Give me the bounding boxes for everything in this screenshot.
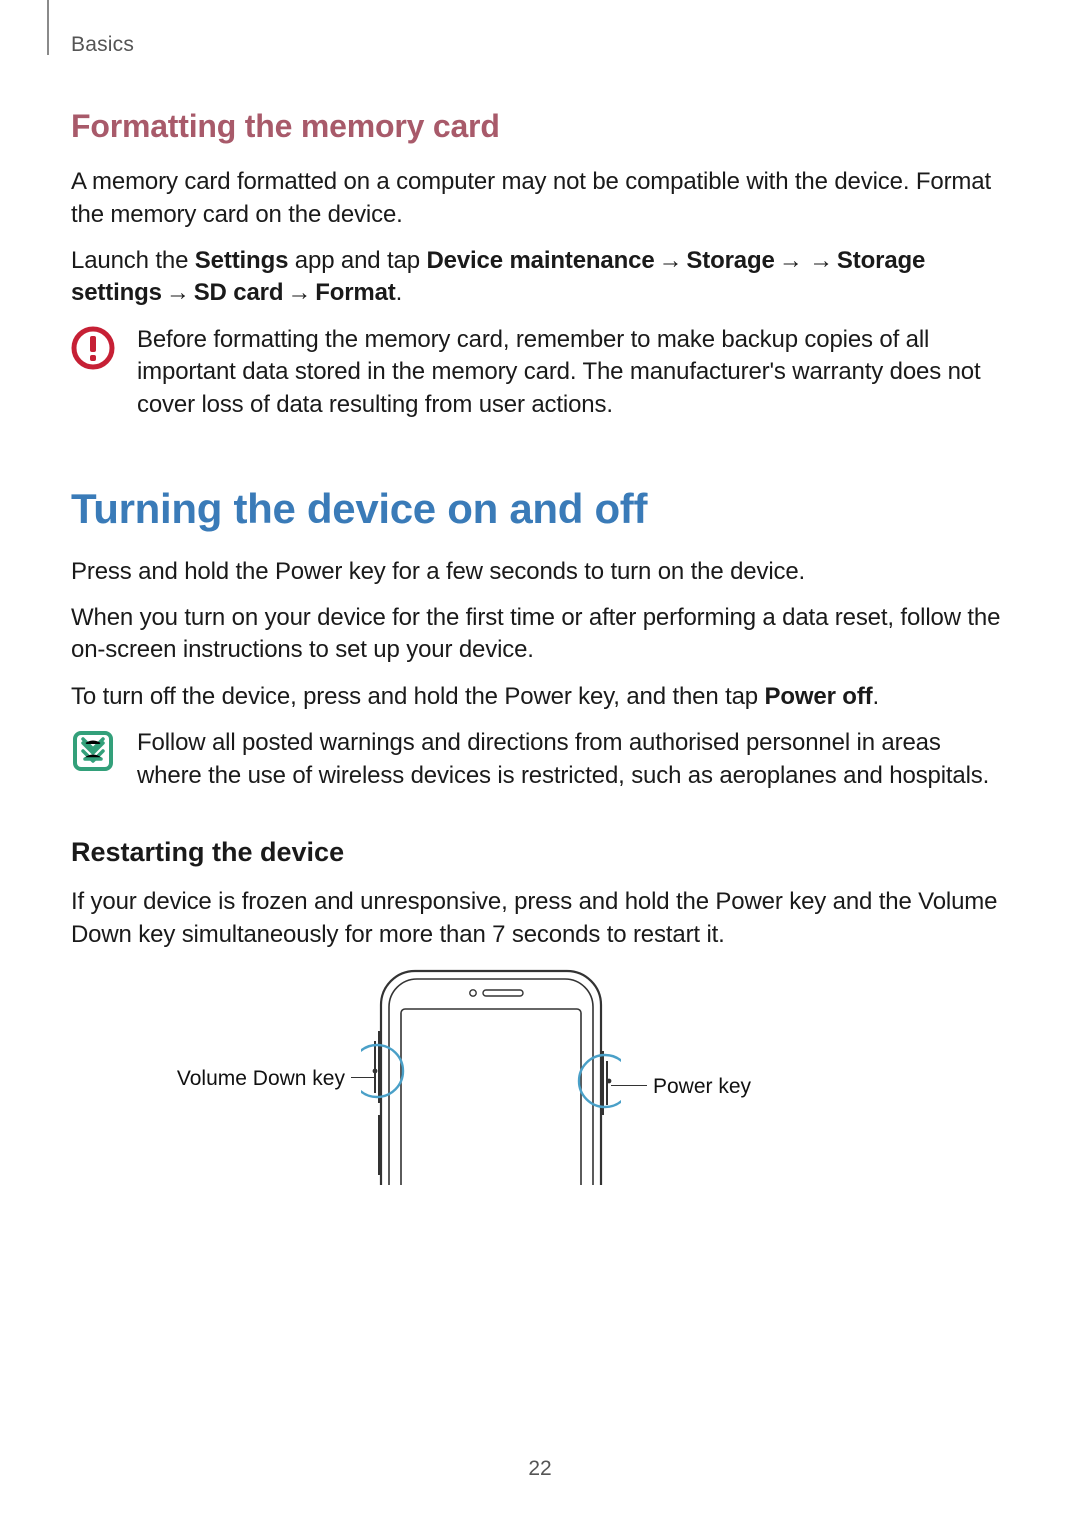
text: . bbox=[873, 683, 880, 710]
bold-sd-card: SD card bbox=[194, 279, 284, 306]
device-diagram: Volume Down key bbox=[71, 965, 1009, 1195]
arrow-icon: → bbox=[166, 277, 190, 309]
warning-icon bbox=[71, 326, 115, 370]
bold-device-maintenance: Device maintenance bbox=[426, 247, 654, 274]
note-callout: Follow all posted warnings and direction… bbox=[71, 727, 1009, 792]
warning-text: Before formatting the memory card, remem… bbox=[137, 324, 1009, 421]
arrow-icon: → bbox=[659, 245, 683, 277]
label-volume-down-key: Volume Down key bbox=[115, 1065, 345, 1093]
content-area: Formatting the memory card A memory card… bbox=[71, 105, 1009, 1195]
bold-format: Format bbox=[315, 279, 395, 306]
leader-line-right bbox=[611, 1085, 647, 1086]
text: To turn off the device, press and hold t… bbox=[71, 683, 765, 710]
bold-storage: Storage bbox=[686, 247, 774, 274]
para-formatting-intro: A memory card formatted on a computer ma… bbox=[71, 166, 1009, 231]
para-first-time: When you turn on your device for the fir… bbox=[71, 602, 1009, 667]
arrow-icon: → → bbox=[779, 245, 833, 277]
warning-callout: Before formatting the memory card, remem… bbox=[71, 324, 1009, 421]
arrow-icon: → bbox=[287, 277, 311, 309]
note-icon bbox=[71, 729, 115, 773]
para-formatting-instruction: Launch the Settings app and tap Device m… bbox=[71, 245, 1009, 310]
text: . bbox=[396, 279, 403, 306]
page-number: 22 bbox=[0, 1455, 1080, 1483]
bold-settings: Settings bbox=[195, 247, 288, 274]
note-text: Follow all posted warnings and direction… bbox=[137, 727, 1009, 792]
header-rule bbox=[47, 0, 49, 55]
subheading-formatting: Formatting the memory card bbox=[71, 105, 1009, 148]
bold-power-off: Power off bbox=[765, 683, 873, 710]
chapter-label: Basics bbox=[71, 31, 134, 59]
para-power-off: To turn off the device, press and hold t… bbox=[71, 681, 1009, 713]
subheading-restarting: Restarting the device bbox=[71, 834, 1009, 870]
heading-turning-on-off: Turning the device on and off bbox=[71, 481, 1009, 538]
para-restarting: If your device is frozen and unresponsiv… bbox=[71, 886, 1009, 951]
phone-illustration bbox=[361, 965, 621, 1185]
text: Launch the bbox=[71, 247, 195, 274]
text: app and tap bbox=[288, 247, 426, 274]
label-power-key: Power key bbox=[653, 1073, 751, 1101]
para-power-on: Press and hold the Power key for a few s… bbox=[71, 556, 1009, 588]
